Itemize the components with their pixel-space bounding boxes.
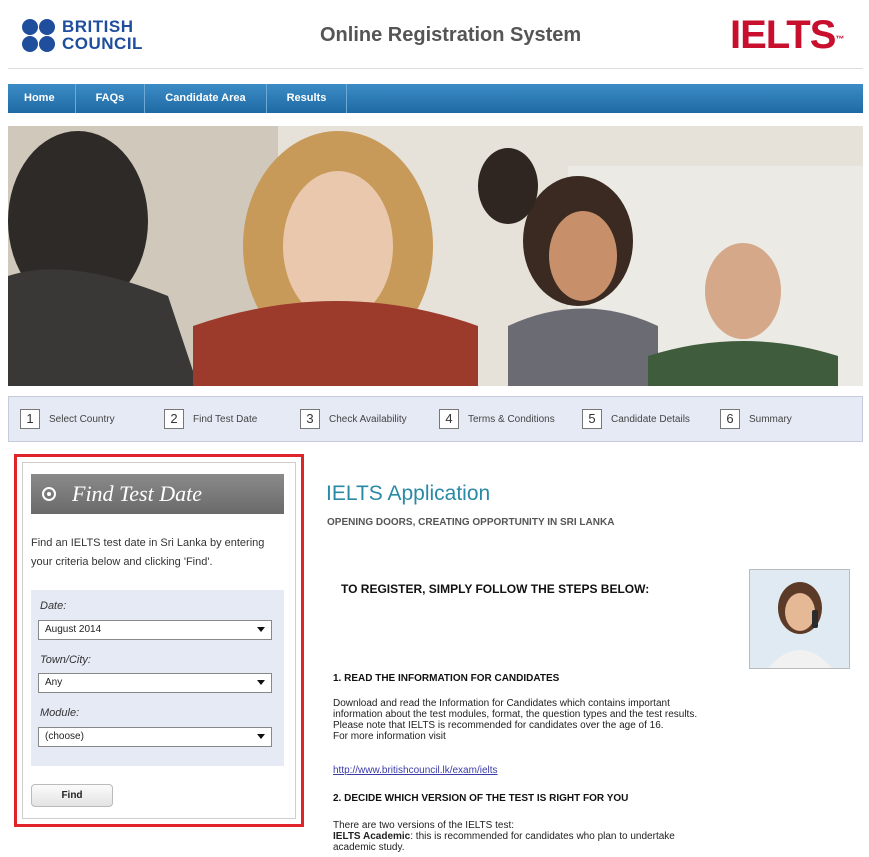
woman-on-phone-photo bbox=[749, 569, 850, 669]
step2-body: There are two versions of the IELTS test… bbox=[333, 820, 713, 853]
step-check-availability[interactable]: 3 Check Availability bbox=[300, 409, 407, 429]
step-number: 2 bbox=[164, 409, 184, 429]
search-form: Date: August 2014 Town/City: Any Module:… bbox=[31, 590, 284, 766]
step-summary[interactable]: 6 Summary bbox=[720, 409, 792, 429]
woman-on-phone-illustration bbox=[750, 570, 849, 668]
date-select-value: August 2014 bbox=[45, 624, 102, 635]
step-label: Candidate Details bbox=[611, 413, 690, 425]
step-select-country[interactable]: 1 Select Country bbox=[20, 409, 115, 429]
find-button[interactable]: Find bbox=[31, 784, 113, 807]
step-label: Check Availability bbox=[329, 413, 407, 425]
ielts-academic-label: IELTS Academic bbox=[333, 831, 411, 842]
step1-body-text: Download and read the Information for Ca… bbox=[333, 698, 698, 731]
step-terms-conditions[interactable]: 4 Terms & Conditions bbox=[439, 409, 555, 429]
step-find-test-date[interactable]: 2 Find Test Date bbox=[164, 409, 257, 429]
dropdown-arrow-icon bbox=[257, 680, 265, 685]
nav-candidate-area[interactable]: Candidate Area bbox=[145, 84, 267, 113]
step-label: Find Test Date bbox=[193, 413, 258, 425]
hero-students-illustration bbox=[8, 126, 863, 386]
page-title: IELTS Application bbox=[326, 482, 491, 505]
step-number: 4 bbox=[439, 409, 459, 429]
bullet-circle-icon bbox=[42, 487, 56, 501]
town-select-value: Any bbox=[45, 677, 63, 688]
step-number: 5 bbox=[582, 409, 602, 429]
step2-intro: There are two versions of the IELTS test… bbox=[333, 820, 515, 831]
step-number: 1 bbox=[20, 409, 40, 429]
find-test-date-header: Find Test Date bbox=[31, 474, 284, 514]
registration-steps: 1 Select Country 2 Find Test Date 3 Chec… bbox=[8, 396, 863, 442]
british-council-logo-line2: COUNCIL bbox=[62, 34, 143, 53]
date-select[interactable]: August 2014 bbox=[38, 620, 272, 640]
register-heading: TO REGISTER, SIMPLY FOLLOW THE STEPS BEL… bbox=[341, 582, 650, 596]
nav-faqs[interactable]: FAQs bbox=[76, 84, 146, 113]
header-divider bbox=[8, 68, 863, 69]
nav-home[interactable]: Home bbox=[8, 84, 76, 113]
main-nav: Home FAQs Candidate Area Results bbox=[8, 84, 863, 113]
page-subtitle: OPENING DOORS, CREATING OPPORTUNITY IN S… bbox=[327, 517, 615, 528]
british-council-link[interactable]: http://www.britishcouncil.lk/exam/ielts bbox=[333, 765, 498, 776]
site-title: Online Registration System bbox=[320, 24, 582, 46]
step2-heading: 2. DECIDE WHICH VERSION OF THE TEST IS R… bbox=[333, 793, 629, 804]
find-test-date-title: Find Test Date bbox=[72, 481, 202, 506]
module-select[interactable]: (choose) bbox=[38, 727, 272, 747]
step-candidate-details[interactable]: 5 Candidate Details bbox=[582, 409, 690, 429]
step1-more-text: For more information visit bbox=[333, 731, 446, 742]
step-label: Terms & Conditions bbox=[468, 413, 555, 425]
british-council-logo-line1: BRITISH bbox=[62, 17, 134, 36]
dropdown-arrow-icon bbox=[257, 627, 265, 632]
dropdown-arrow-icon bbox=[257, 734, 265, 739]
step-number: 6 bbox=[720, 409, 740, 429]
date-label: Date: bbox=[40, 600, 67, 612]
town-select[interactable]: Any bbox=[38, 673, 272, 693]
town-label: Town/City: bbox=[40, 654, 91, 666]
ielts-logo[interactable]: IELTS™ bbox=[730, 13, 844, 57]
find-test-date-description: Find an IELTS test date in Sri Lanka by … bbox=[31, 537, 265, 568]
step1-heading: 1. READ THE INFORMATION FOR CANDIDATES bbox=[333, 673, 560, 684]
module-label: Module: bbox=[40, 707, 80, 719]
step-label: Summary bbox=[749, 413, 792, 425]
hero-banner-image bbox=[8, 126, 863, 386]
ielts-logo-text: IELTS bbox=[730, 13, 836, 57]
british-council-logo[interactable]: BRITISH COUNCIL bbox=[22, 16, 142, 56]
nav-results[interactable]: Results bbox=[267, 84, 348, 113]
module-select-value: (choose) bbox=[45, 731, 84, 742]
step-number: 3 bbox=[300, 409, 320, 429]
trademark-symbol: ™ bbox=[835, 34, 844, 44]
step-label: Select Country bbox=[49, 413, 115, 425]
british-council-dots-icon bbox=[22, 19, 58, 53]
step1-body: Download and read the Information for Ca… bbox=[333, 698, 713, 742]
